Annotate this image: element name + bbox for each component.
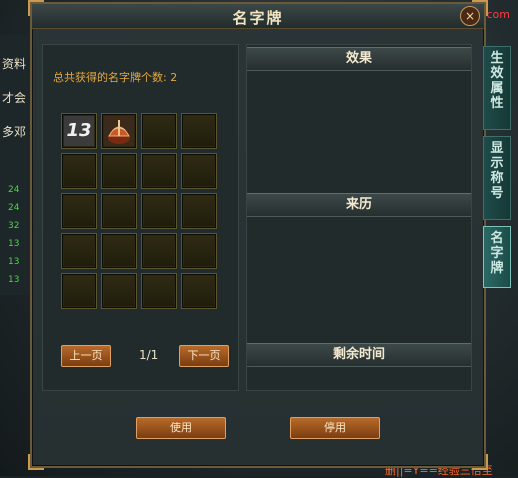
background-stat: 13 bbox=[8, 257, 20, 267]
background-stat: 13 bbox=[8, 239, 20, 249]
frame-corner bbox=[28, 454, 44, 470]
inventory-slot[interactable] bbox=[101, 113, 137, 149]
inventory-slot[interactable] bbox=[181, 273, 217, 309]
name-tag-window: 名字牌 × 总共获得的名字牌个数: 2 13 上一页 1/1 下一页 效果 来历… bbox=[28, 0, 488, 470]
next-page-button[interactable]: 下一页 bbox=[179, 345, 229, 367]
inventory-slot[interactable] bbox=[101, 273, 137, 309]
inventory-slot[interactable] bbox=[61, 193, 97, 229]
tab-display-title[interactable]: 显示称号 bbox=[483, 136, 511, 220]
name-tag-list-pane: 总共获得的名字牌个数: 2 13 上一页 1/1 下一页 bbox=[42, 44, 239, 391]
inventory-slot[interactable]: 13 bbox=[61, 113, 97, 149]
inventory-slot[interactable] bbox=[141, 193, 177, 229]
inventory-slot[interactable] bbox=[141, 153, 177, 189]
tab-effect-attributes[interactable]: 生效属性 bbox=[483, 46, 511, 130]
use-button[interactable]: 使用 bbox=[136, 417, 226, 439]
window-title-bar[interactable]: 名字牌 × bbox=[32, 4, 484, 29]
remaining-time-section-title: 剩余时间 bbox=[332, 347, 385, 362]
background-stat: 24 bbox=[8, 185, 20, 195]
tab-label: 生效属性 bbox=[490, 51, 504, 111]
inventory-slot[interactable] bbox=[61, 233, 97, 269]
page-indicator: 1/1 bbox=[139, 348, 159, 362]
name-tag-detail-pane: 效果 来历 剩余时间 bbox=[246, 44, 472, 391]
background-label: 资料 bbox=[2, 57, 27, 71]
inventory-slot[interactable] bbox=[141, 273, 177, 309]
inventory-slot[interactable] bbox=[181, 153, 217, 189]
background-stat: 24 bbox=[8, 203, 20, 213]
disable-button[interactable]: 停用 bbox=[290, 417, 380, 439]
inventory-slot[interactable] bbox=[181, 233, 217, 269]
background-label: 才会 bbox=[2, 91, 27, 105]
background-stat: 32 bbox=[8, 221, 20, 231]
inventory-slot[interactable] bbox=[181, 193, 217, 229]
origin-section-title: 来历 bbox=[345, 197, 372, 212]
name-tag-item-13-icon[interactable]: 13 bbox=[64, 116, 94, 146]
inventory-slot[interactable] bbox=[61, 153, 97, 189]
effect-section-title: 效果 bbox=[345, 51, 372, 66]
remaining-time-section-header: 剩余时间 bbox=[247, 343, 471, 367]
window-title: 名字牌 bbox=[232, 9, 284, 27]
prev-page-button[interactable]: 上一页 bbox=[61, 345, 111, 367]
inventory-slot[interactable] bbox=[101, 193, 137, 229]
inventory-slot[interactable] bbox=[101, 233, 137, 269]
inventory-slot[interactable] bbox=[101, 153, 137, 189]
inventory-slot[interactable] bbox=[181, 113, 217, 149]
tab-label: 显示称号 bbox=[490, 141, 504, 201]
tab-label: 名字牌 bbox=[490, 231, 504, 276]
inventory-slot[interactable] bbox=[61, 273, 97, 309]
inventory-slot[interactable] bbox=[141, 113, 177, 149]
background-label: 多邓 bbox=[2, 125, 27, 139]
helmet-icon[interactable] bbox=[104, 116, 134, 146]
background-stat: 13 bbox=[8, 275, 20, 285]
frame-corner bbox=[472, 454, 488, 470]
close-button[interactable]: × bbox=[460, 6, 480, 26]
origin-section-header: 来历 bbox=[247, 193, 471, 217]
pagination: 上一页 1/1 下一页 bbox=[61, 345, 231, 369]
inventory-slot[interactable] bbox=[141, 233, 177, 269]
effect-section-header: 效果 bbox=[247, 47, 471, 71]
name-tag-count: 总共获得的名字牌个数: 2 bbox=[53, 71, 178, 84]
tab-name-tag[interactable]: 名字牌 bbox=[483, 226, 511, 288]
